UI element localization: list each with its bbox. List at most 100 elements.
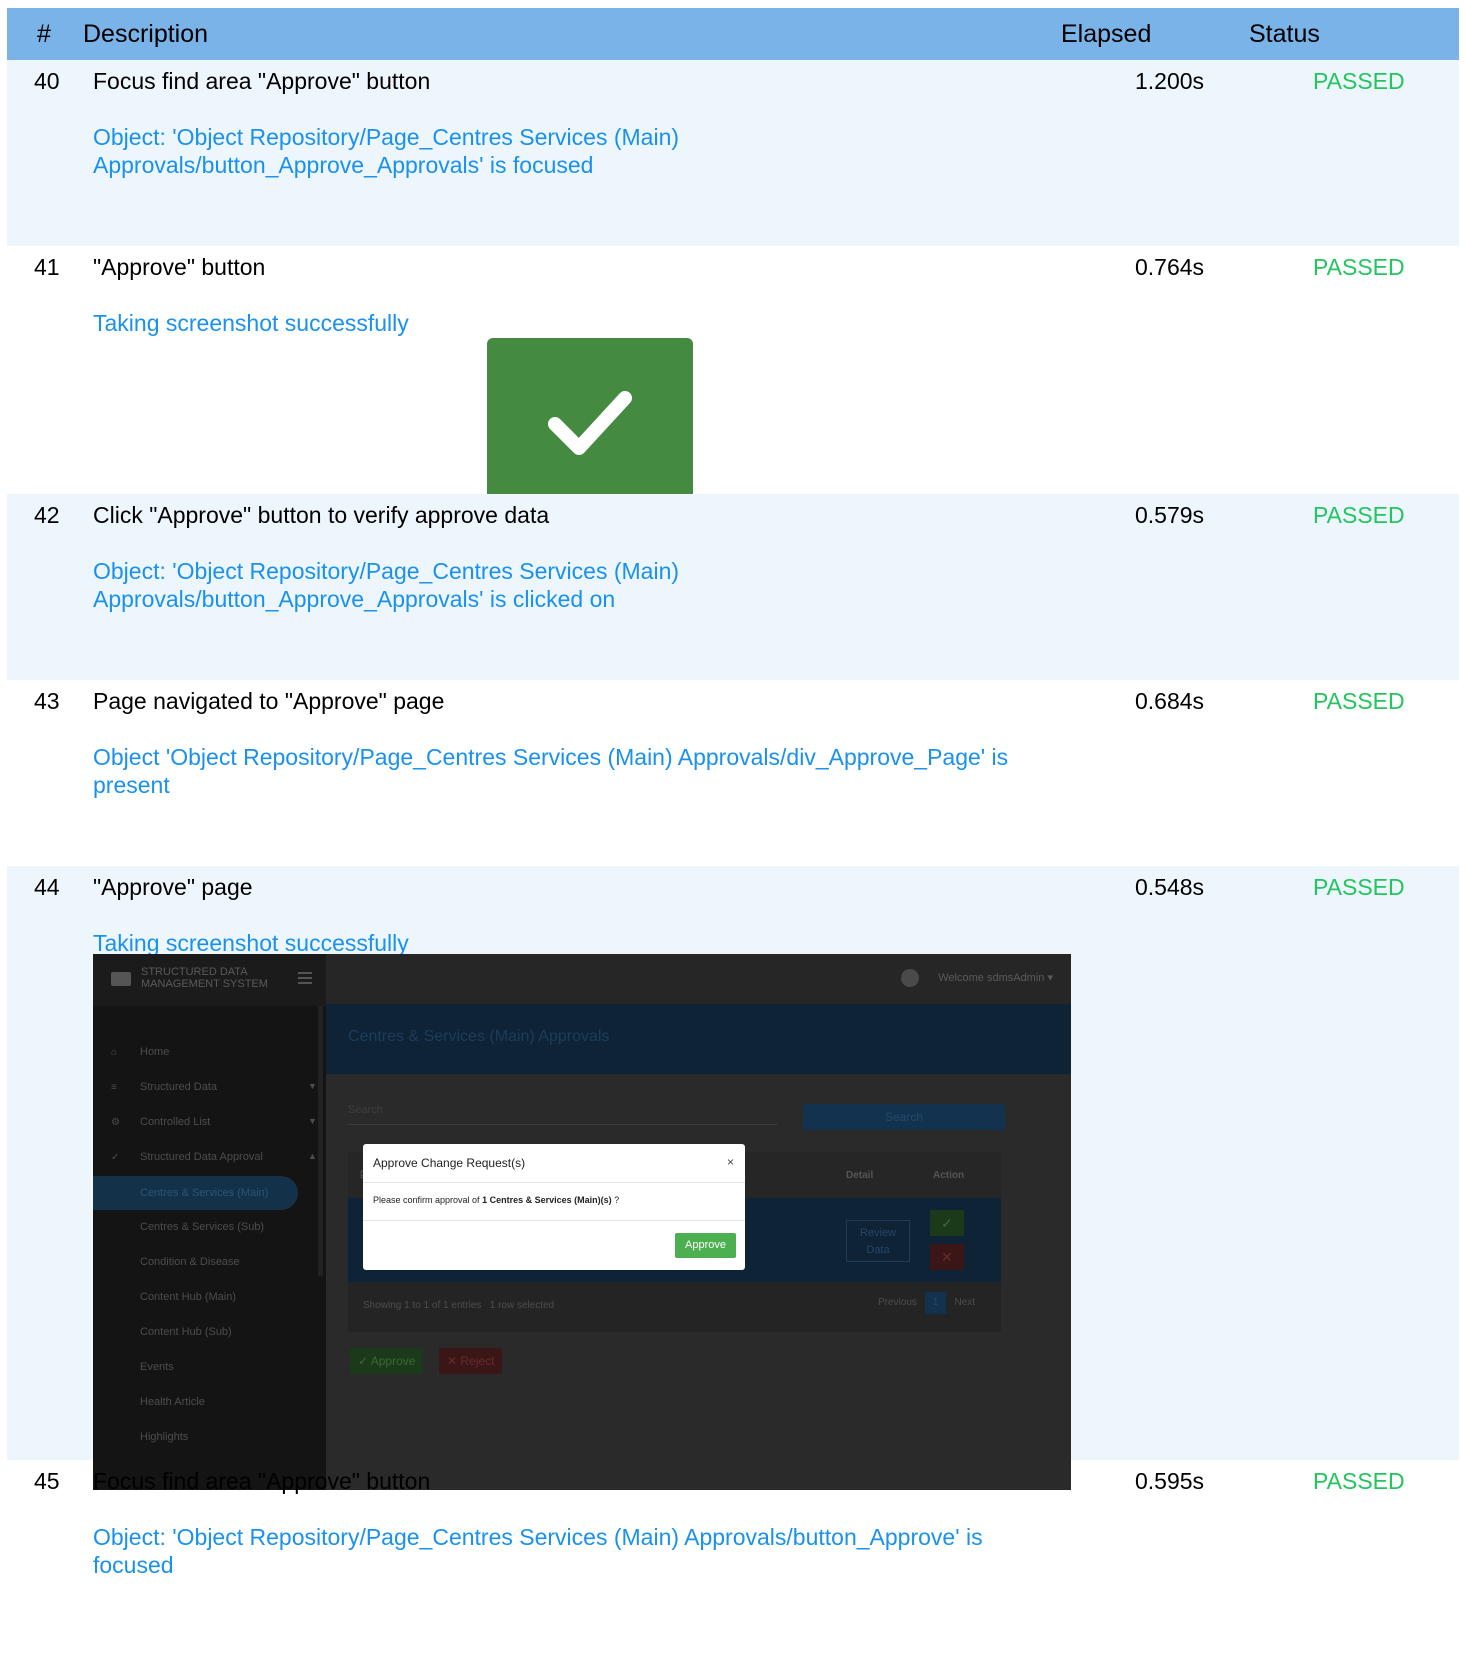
- sidebar-item-label: Highlights: [140, 1431, 189, 1443]
- sidebar-item-label: Condition & Disease: [140, 1256, 240, 1268]
- sidebar-item-centres-services-main: Centres & Services (Main): [93, 1176, 298, 1210]
- app-brand: STRUCTURED DATA MANAGEMENT SYSTEM: [93, 954, 326, 1006]
- step-row: 45 Focus find area "Approve" button 0.59…: [7, 1460, 1459, 1660]
- approve-confirm-modal: Approve Change Request(s) × Please confi…: [363, 1144, 745, 1270]
- step-message: Object 'Object Repository/Page_Centres S…: [93, 744, 1009, 798]
- modal-body-prefix: Please confirm approval of: [373, 1195, 480, 1205]
- sidebar-item-content-hub-main: Content Hub (Main): [93, 1283, 326, 1313]
- review-data-button: Review Data: [846, 1220, 910, 1262]
- sidebar-item-controlled-list: ⚙ Controlled List ▼: [93, 1108, 326, 1138]
- check-icon: ✓: [111, 1152, 120, 1163]
- hamburger-icon: [298, 972, 312, 984]
- approve-page-screenshot: STRUCTURED DATA MANAGEMENT SYSTEM ⌂ Home…: [93, 954, 1071, 1490]
- sidebar-item-events: Events: [93, 1353, 326, 1383]
- row-reject-icon: ✕: [930, 1244, 964, 1270]
- welcome-user: Welcome sdmsAdmin ▾: [938, 972, 1053, 984]
- header-status: Status: [1249, 20, 1320, 48]
- app-search-button: Search: [803, 1104, 1005, 1130]
- sidebar-item-label: Events: [140, 1361, 174, 1373]
- step-number: 40: [34, 68, 60, 94]
- step-row: 42 Click "Approve" button to verify appr…: [7, 494, 1459, 680]
- close-icon: ×: [726, 1155, 734, 1169]
- step-description: "Approve" button: [93, 254, 266, 280]
- header-elapsed: Elapsed: [1061, 20, 1152, 48]
- sidebar-item-label: Controlled List: [140, 1116, 211, 1128]
- app-reject-button: ✕ Reject: [439, 1348, 503, 1374]
- step-elapsed: 1.200s: [1135, 68, 1205, 94]
- database-icon: ≡: [111, 1082, 117, 1093]
- step-number: 42: [34, 502, 60, 528]
- step-row: 43 Page navigated to "Approve" page 0.68…: [7, 680, 1459, 866]
- modal-body-suffix: ?: [614, 1195, 620, 1205]
- sidebar-item-label: Home: [140, 1046, 170, 1058]
- sidebar-item-structured-data-approval: ✓ Structured Data Approval ▲: [93, 1143, 326, 1173]
- modal-title: Approve Change Request(s): [373, 1156, 526, 1170]
- row-approve-icon: ✓: [930, 1210, 964, 1236]
- step-elapsed: 0.595s: [1135, 1468, 1205, 1494]
- app-table-info: Showing 1 to 1 of 1 entries 1 row select…: [363, 1300, 554, 1311]
- app-sidebar: STRUCTURED DATA MANAGEMENT SYSTEM ⌂ Home…: [93, 954, 326, 1490]
- entries-info: Showing 1 to 1 of 1 entries: [363, 1300, 482, 1311]
- pager-next: Next: [954, 1297, 975, 1308]
- step-status: PASSED: [1313, 502, 1405, 528]
- reject-label: Reject: [460, 1354, 495, 1368]
- step-description: Focus find area "Approve" button: [93, 1468, 431, 1494]
- sidebar-item-structured-data: ≡ Structured Data ▼: [93, 1073, 326, 1103]
- sidebar-item-label: Content Hub (Sub): [140, 1326, 232, 1338]
- modal-divider: [363, 1220, 745, 1221]
- step-message: Taking screenshot successfully: [93, 930, 409, 956]
- app-page-title: Centres & Services (Main) Approvals: [348, 1028, 610, 1045]
- cogs-icon: ⚙: [111, 1117, 120, 1128]
- step-message: Object: 'Object Repository/Page_Centres …: [93, 558, 680, 612]
- sidebar-item-condition-disease: Condition & Disease: [93, 1248, 326, 1278]
- sidebar-item-highlights: Highlights: [93, 1423, 326, 1453]
- app-brand-text: STRUCTURED DATA MANAGEMENT SYSTEM: [141, 966, 268, 990]
- sidebar-item-centres-services-sub: Centres & Services (Sub): [93, 1213, 326, 1243]
- step-message: Object: 'Object Repository/Page_Centres …: [93, 124, 680, 178]
- col-action: Action: [933, 1170, 965, 1181]
- sidebar-item-label: Structured Data Approval: [140, 1151, 263, 1163]
- step-status: PASSED: [1313, 688, 1405, 714]
- user-icon: [901, 969, 919, 987]
- step-status: PASSED: [1313, 874, 1405, 900]
- caret-up-icon: ▲: [308, 1151, 317, 1161]
- home-icon: ⌂: [111, 1047, 118, 1058]
- step-status: PASSED: [1313, 254, 1405, 280]
- modal-body: Please confirm approval of 1 Centres & S…: [373, 1195, 619, 1205]
- step-elapsed: 0.579s: [1135, 502, 1205, 528]
- step-elapsed: 0.764s: [1135, 254, 1205, 280]
- sidebar-item-content-hub-sub: Content Hub (Sub): [93, 1318, 326, 1348]
- step-status: PASSED: [1313, 68, 1405, 94]
- modal-body-count: 1 Centres & Services (Main)(s): [482, 1195, 612, 1205]
- step-row: 44 "Approve" page 0.548s PASSED Taking s…: [7, 866, 1459, 1490]
- modal-header: Approve Change Request(s) ×: [363, 1144, 745, 1183]
- header-num: #: [37, 20, 51, 48]
- sidebar-item-label: Health Article: [140, 1396, 205, 1408]
- step-description: Click "Approve" button to verify approve…: [93, 502, 550, 528]
- step-description: "Approve" page: [93, 874, 253, 900]
- caret-down-icon: ▼: [308, 1081, 317, 1091]
- step-message: Taking screenshot successfully: [93, 310, 409, 336]
- pager-current: 1: [924, 1292, 947, 1314]
- modal-approve-button: Approve: [675, 1233, 736, 1258]
- approve-button-screenshot: [487, 338, 693, 510]
- col-detail: Detail: [846, 1170, 874, 1181]
- step-description: Focus find area "Approve" button: [93, 68, 431, 94]
- app-page-banner: Centres & Services (Main) Approvals: [326, 1004, 1071, 1074]
- app-topbar: Welcome sdmsAdmin ▾: [326, 954, 1071, 1005]
- step-number: 43: [34, 688, 60, 714]
- step-description: Page navigated to "Approve" page: [93, 688, 445, 714]
- caret-down-icon: ▼: [308, 1116, 317, 1126]
- app-search-input: Search: [348, 1104, 778, 1125]
- checkmark-icon: [548, 391, 632, 455]
- step-number: 45: [34, 1468, 60, 1494]
- sidebar-item-label: Centres & Services (Main): [140, 1187, 269, 1199]
- step-number: 41: [34, 254, 60, 280]
- sidebar-item-label: Content Hub (Main): [140, 1291, 236, 1303]
- step-message: Object: 'Object Repository/Page_Centres …: [93, 1524, 983, 1578]
- truck-logo-icon: [111, 972, 131, 986]
- welcome-text: Welcome sdmsAdmin: [938, 972, 1045, 984]
- sidebar-item-home: ⌂ Home: [93, 1038, 326, 1068]
- test-report: # Description Elapsed Status 40 Focus fi…: [7, 8, 1459, 1660]
- step-elapsed: 0.684s: [1135, 688, 1205, 714]
